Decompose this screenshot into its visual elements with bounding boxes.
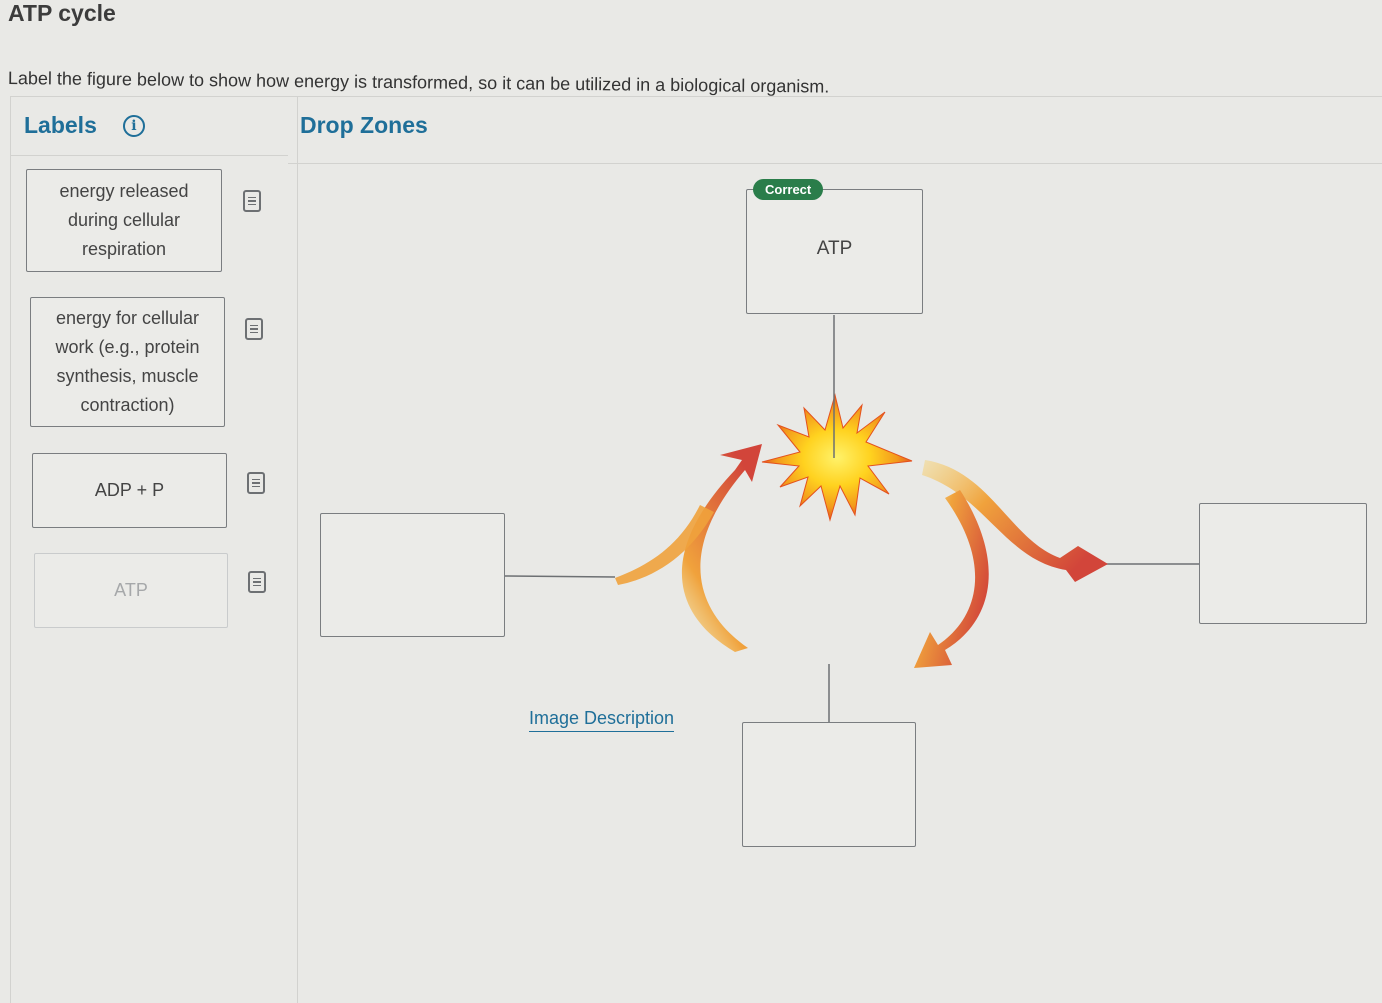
drop-zone-value: ATP [816,238,853,259]
energy-arrow-down [914,490,989,668]
atp-cycle-diagram [504,315,1199,722]
energy-arrow-up [681,444,762,652]
connector-line [504,575,616,578]
energy-burst-icon [761,393,913,522]
drop-zone-right[interactable] [1199,503,1367,624]
image-description-link[interactable]: Image Description [529,708,675,732]
status-badge: Correct [753,179,824,200]
energy-arrow-out [922,460,1108,582]
drop-zone-top[interactable]: ATP [746,189,923,314]
drop-zone-left[interactable] [320,513,505,637]
drop-zone-bottom[interactable] [742,722,916,847]
